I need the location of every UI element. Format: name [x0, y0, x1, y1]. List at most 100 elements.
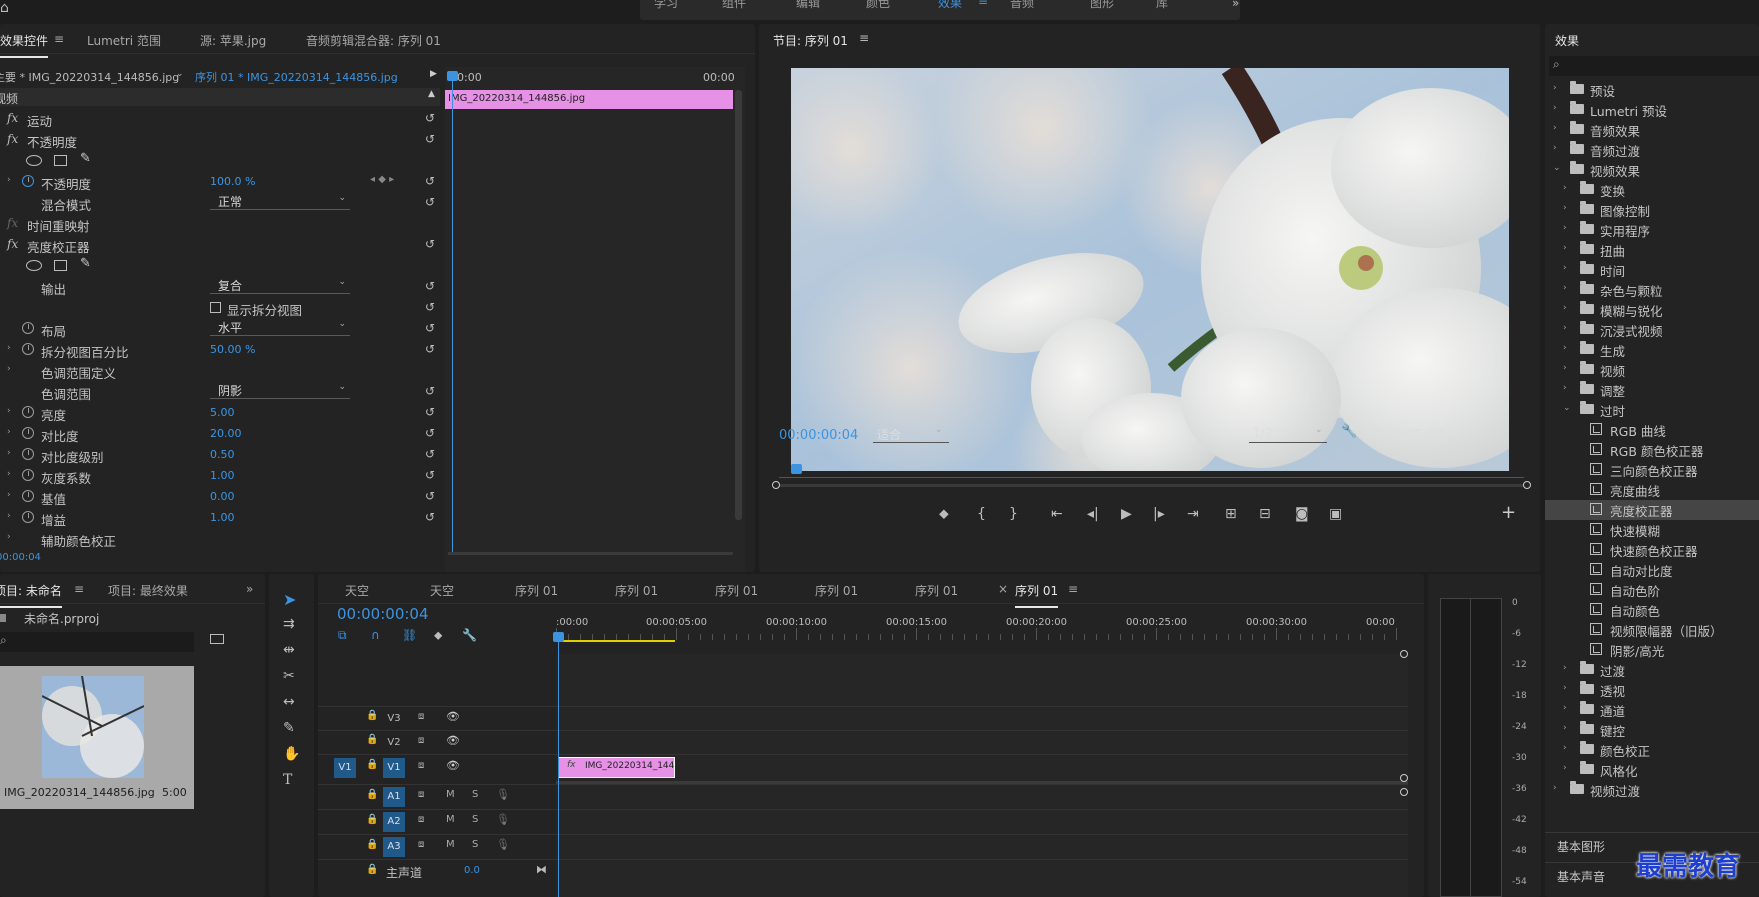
effects-folder[interactable]: › 音频过渡 — [1545, 140, 1759, 160]
snap-icon[interactable]: ∩ — [371, 628, 380, 642]
mute-button[interactable]: M — [446, 814, 455, 825]
fx-icon[interactable]: fx — [7, 237, 18, 251]
effects-panel-title[interactable]: 效果 — [1555, 32, 1579, 49]
value-pedestal[interactable]: 0.00 — [210, 490, 235, 503]
row-blend-mode[interactable]: 混合模式 正常 ⌄ ↺ — [0, 192, 440, 213]
row-layout[interactable]: 布局 水平 ⌄ ↺ — [0, 318, 440, 339]
reset-icon[interactable]: ↺ — [425, 489, 438, 503]
row-split-view[interactable]: 显示拆分视图 ↺ — [0, 297, 440, 318]
value-opacity[interactable]: 100.0 % — [210, 175, 255, 188]
workspace-menu-icon[interactable]: ≡ — [978, 0, 988, 8]
chevron-right-icon[interactable]: › — [1563, 383, 1567, 393]
tab-project-untitled[interactable]: 项目: 未命名 — [0, 582, 62, 608]
close-icon[interactable]: × — [998, 582, 1008, 596]
reset-icon[interactable]: ↺ — [425, 195, 438, 209]
sync-lock-icon[interactable]: ⧈ — [418, 839, 424, 850]
pen-mask-icon[interactable]: ✎ — [80, 151, 91, 166]
chevron-right-icon[interactable]: › — [1563, 223, 1567, 233]
effects-item[interactable]: 亮度曲线 — [1545, 480, 1759, 500]
effects-item[interactable]: 快速颜色校正器 — [1545, 540, 1759, 560]
rect-mask-icon[interactable] — [54, 260, 67, 271]
microphone-icon[interactable]: 🎙 — [496, 813, 510, 826]
sync-lock-icon[interactable]: ⧈ — [418, 789, 424, 800]
tab-menu-icon[interactable]: ≡ — [74, 582, 84, 596]
program-scrubber[interactable] — [779, 464, 1524, 478]
chevron-right-icon[interactable]: › — [1553, 123, 1557, 133]
timeline-ruler[interactable]: :00:00 00:00:05:00 00:00:10:00 00:00:15:00 0… — [556, 614, 1406, 642]
effects-folder[interactable]: › 沉浸式视频 — [1545, 320, 1759, 340]
selection-tool-icon[interactable]: ➤ — [283, 590, 296, 609]
chevron-right-icon[interactable]: › — [1563, 363, 1567, 373]
extract-icon[interactable]: ⊟ — [1259, 506, 1271, 522]
go-to-out-icon[interactable]: ⇥ — [1187, 506, 1199, 522]
reset-icon[interactable]: ↺ — [425, 174, 438, 188]
add-marker-icon[interactable]: ⬥ — [939, 506, 949, 522]
effects-item[interactable]: 自动颜色 — [1545, 600, 1759, 620]
chevron-right-icon[interactable]: › — [1553, 103, 1557, 113]
program-video-frame[interactable] — [791, 68, 1509, 471]
effects-folder[interactable]: › 音频效果 — [1545, 120, 1759, 140]
row-motion[interactable]: fx 运动 ↺ — [0, 108, 440, 129]
workspace-tab-color[interactable]: 颜色 — [866, 0, 890, 11]
program-playhead[interactable] — [791, 464, 802, 474]
chevron-down-icon[interactable]: ⌄ — [1553, 163, 1561, 173]
lock-icon[interactable]: 🔒 — [366, 710, 378, 721]
wrench-icon[interactable]: 🔧 — [1341, 424, 1357, 439]
workspace-tab-learn[interactable]: 学习 — [654, 0, 678, 11]
value-gain[interactable]: 1.00 — [210, 511, 235, 524]
effects-item[interactable]: 快速模糊 — [1545, 520, 1759, 540]
fx-icon[interactable]: fx — [7, 132, 18, 146]
effects-folder[interactable]: ⌄ 过时 — [1545, 400, 1759, 420]
razor-tool-icon[interactable]: ✂ — [283, 668, 295, 684]
output-dropdown[interactable]: 复合 ⌄ — [210, 277, 350, 294]
effects-item[interactable]: RGB 颜色校正器 — [1545, 440, 1759, 460]
effects-item[interactable]: 自动对比度 — [1545, 560, 1759, 580]
tab-effect-controls[interactable]: 效果控件 — [0, 32, 49, 58]
effect-controls-timecode[interactable]: 00:00:04 — [0, 552, 41, 563]
chevron-right-icon[interactable]: › — [1553, 783, 1557, 793]
home-icon[interactable]: ⌂ — [0, 0, 9, 16]
timeline-tab[interactable]: 天空 — [345, 582, 369, 599]
workspace-tab-audio[interactable]: 音频 — [1010, 0, 1034, 11]
effects-folder[interactable]: › 风格化 — [1545, 760, 1759, 780]
go-to-end-icon[interactable]: ⧓ — [536, 863, 547, 876]
value-brightness[interactable]: 5.00 — [210, 406, 235, 419]
keyframe-nav-icon[interactable]: ◂ ◆ ▸ — [370, 174, 394, 185]
mark-out-icon[interactable]: } — [1009, 506, 1018, 522]
timeline-settings-icon[interactable]: 🔧 — [462, 628, 477, 642]
chevron-right-icon[interactable]: › — [1563, 763, 1567, 773]
chevron-right-icon[interactable]: › — [1563, 743, 1567, 753]
chevron-right-icon[interactable]: › — [1563, 683, 1567, 693]
track-select-tool-icon[interactable]: ⇉ — [283, 616, 295, 632]
sync-lock-icon[interactable]: ⧈ — [418, 735, 424, 746]
split-view-checkbox[interactable] — [210, 302, 221, 313]
eye-icon[interactable]: 👁 — [446, 710, 460, 723]
blend-mode-dropdown[interactable]: 正常 ⌄ — [210, 193, 350, 210]
lock-icon[interactable]: 🔒 — [366, 864, 378, 875]
timeline-playhead-handle[interactable] — [553, 632, 564, 642]
timeline-tab[interactable]: 序列 01 — [615, 582, 658, 599]
tab-project-final[interactable]: 项目: 最终效果 — [108, 582, 188, 599]
collapse-up-icon[interactable]: ▲ — [428, 89, 435, 99]
project-thumbnail[interactable]: IMG_20220314_144856.jpg 5:00 — [0, 666, 194, 809]
track-label-v1[interactable]: V1 — [383, 758, 405, 778]
value-split-percent[interactable]: 50.00 % — [210, 343, 255, 356]
new-bin-icon[interactable] — [210, 634, 224, 644]
row-contrast-level[interactable]: › 对比度级别 0.50 ↺ — [0, 444, 440, 465]
ec-playhead-handle[interactable] — [447, 71, 458, 81]
zoom-handle-right[interactable] — [1523, 481, 1531, 489]
reset-icon[interactable]: ↺ — [425, 405, 438, 419]
mute-button[interactable]: M — [446, 789, 455, 800]
chevron-right-icon[interactable]: › — [1563, 243, 1567, 253]
pen-mask-icon[interactable]: ✎ — [80, 256, 91, 271]
type-tool-icon[interactable]: T — [283, 772, 292, 788]
chevron-right-icon[interactable]: › — [1563, 723, 1567, 733]
track-label-v2[interactable]: V2 — [383, 733, 405, 753]
add-button-icon[interactable]: + — [1501, 502, 1516, 523]
sync-lock-icon[interactable]: ⧈ — [418, 711, 424, 722]
lock-icon[interactable]: 🔒 — [366, 839, 378, 850]
chevron-right-icon[interactable]: › — [1553, 143, 1557, 153]
export-frame-icon[interactable]: ◙ — [1295, 506, 1309, 522]
stopwatch-icon[interactable] — [22, 343, 34, 355]
vertical-zoom-handle[interactable] — [1400, 788, 1408, 796]
